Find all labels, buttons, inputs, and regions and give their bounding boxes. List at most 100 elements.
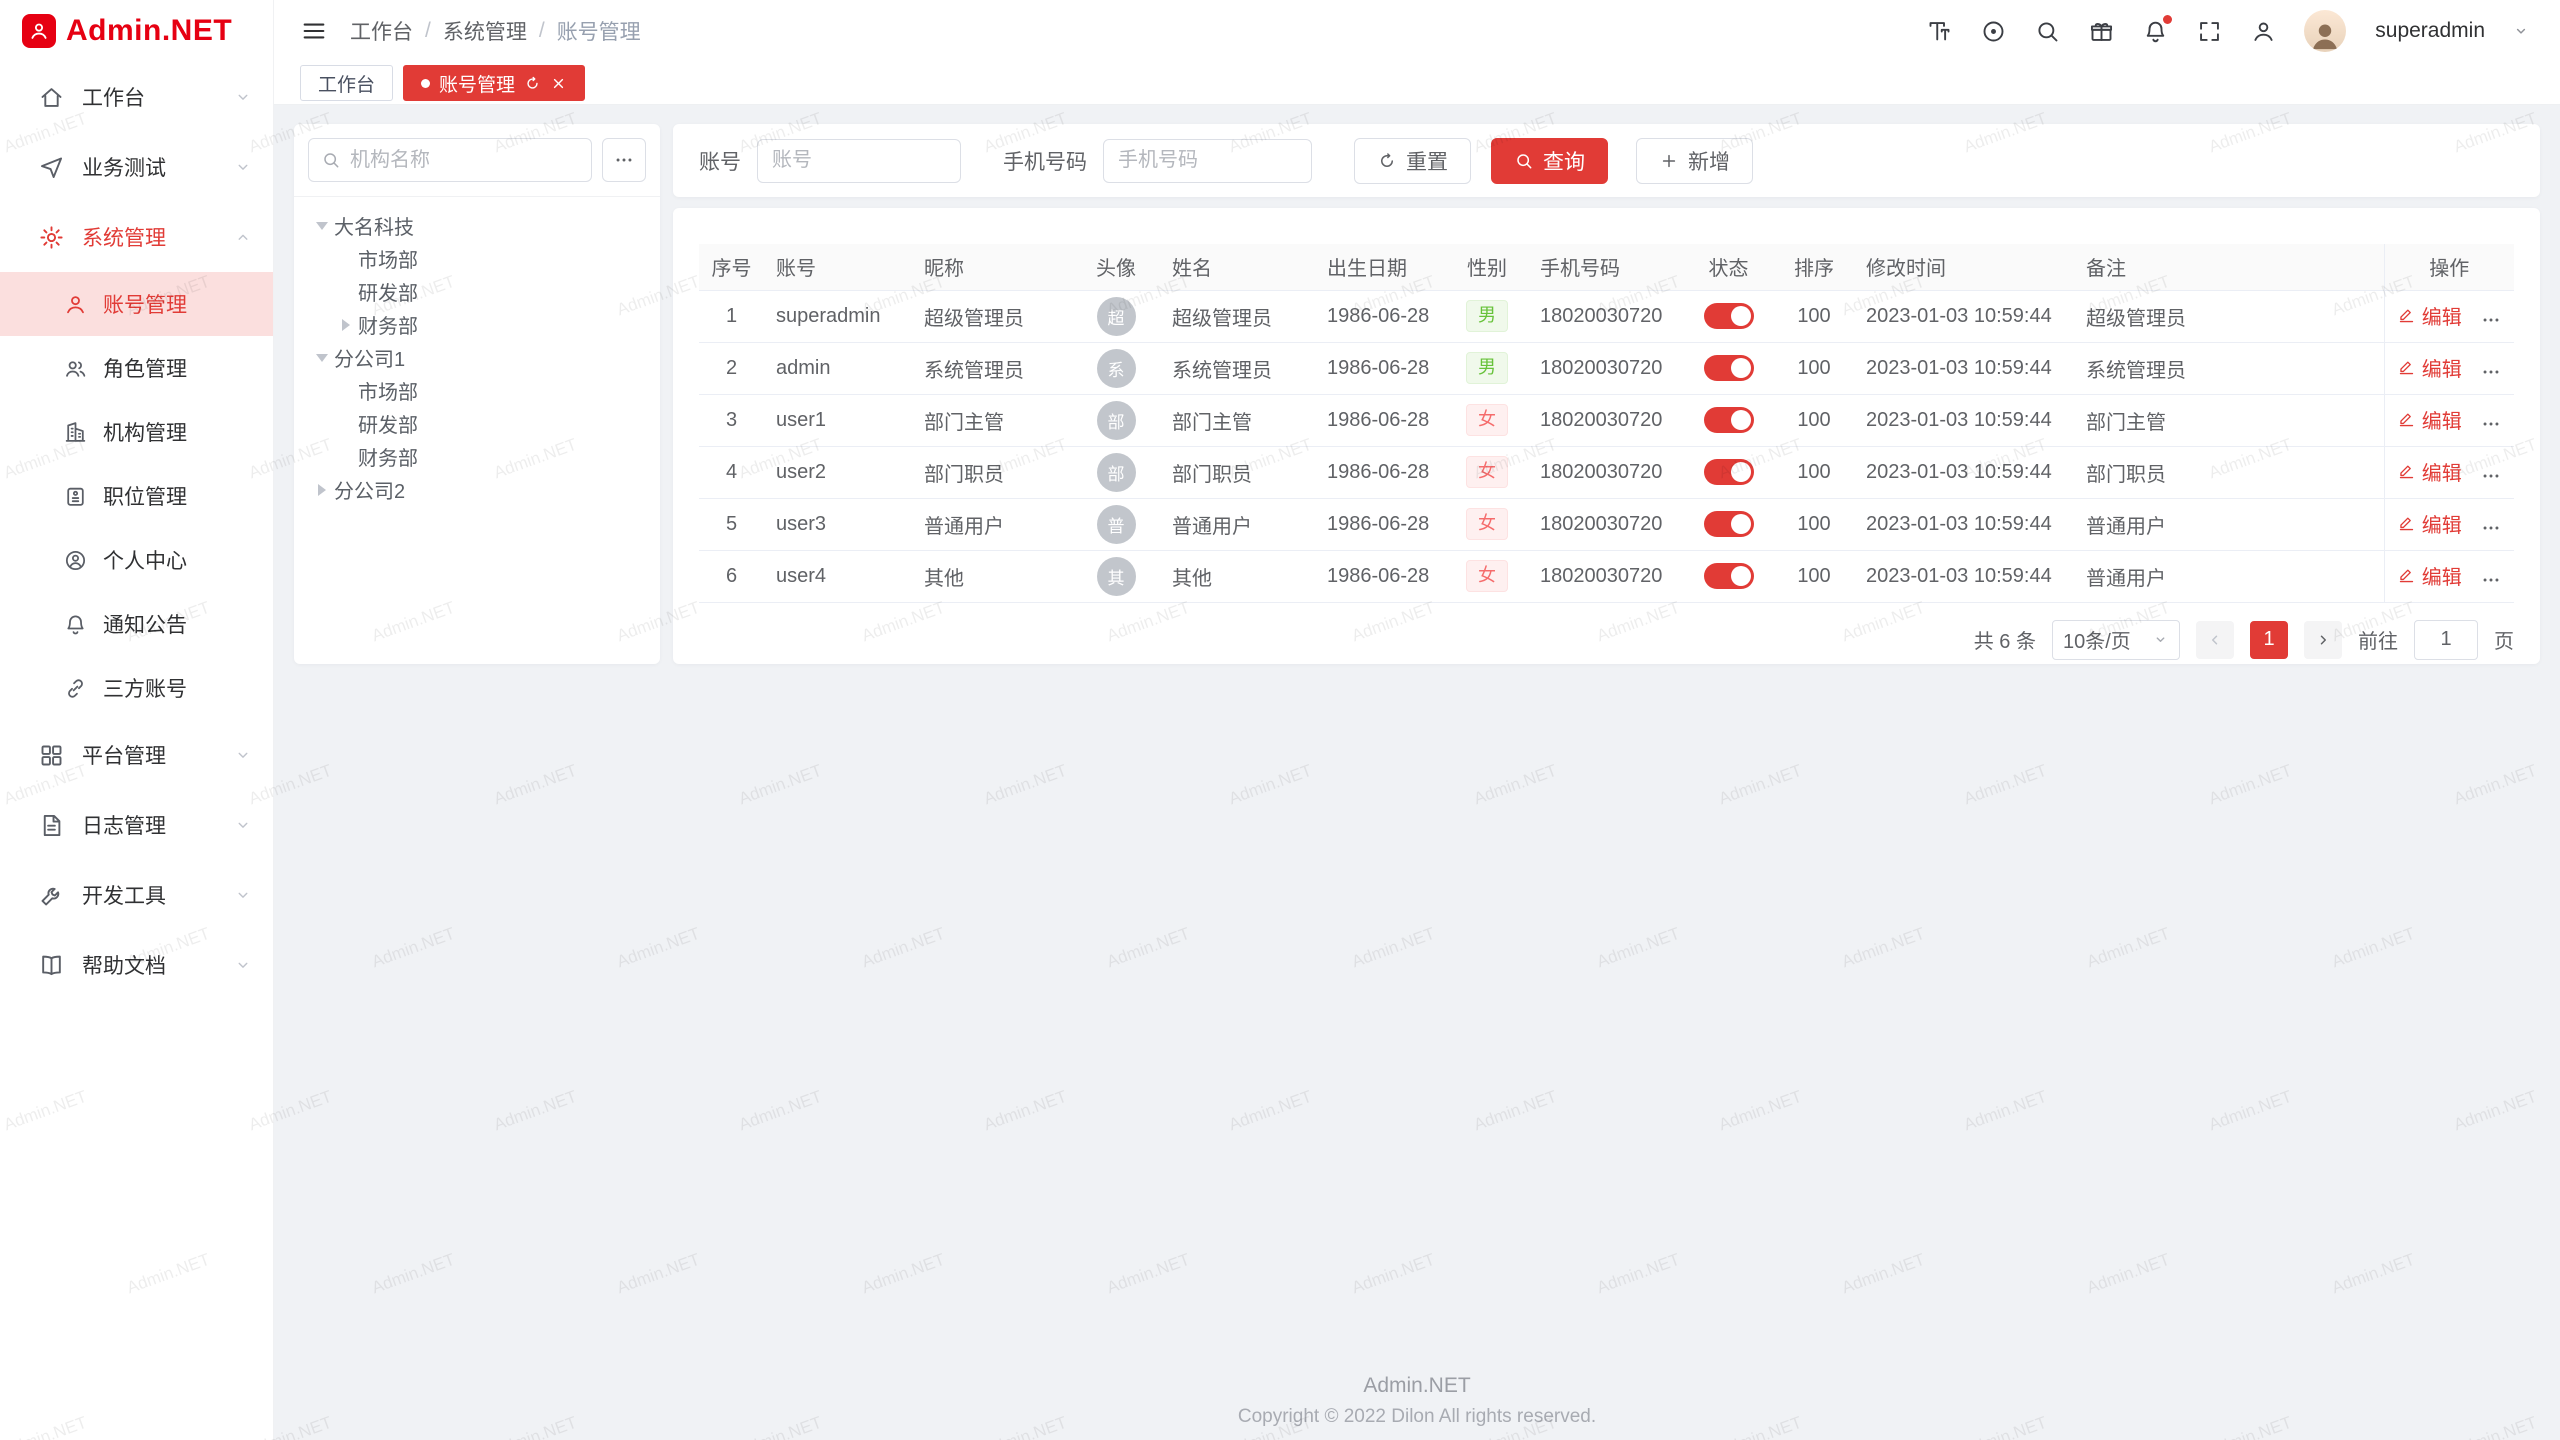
modified-cell: 2023-01-03 10:59:44 (1854, 446, 2074, 498)
chevron-down-icon[interactable] (2512, 22, 2530, 40)
row-avatar: 部 (1097, 453, 1136, 492)
tree-more-button[interactable] (602, 138, 646, 182)
account-cell: user3 (764, 498, 912, 550)
edit-button[interactable]: 编辑 (2397, 405, 2462, 434)
sidebar-item[interactable]: 开发工具 (0, 860, 273, 930)
sidebar-subitem[interactable]: 三方账号 (0, 656, 273, 720)
username[interactable]: superadmin (2375, 19, 2485, 43)
table-row: 2admin系统管理员系系统管理员1986-06-28男180200307201… (699, 342, 2514, 394)
sidebar-item-label: 平台管理 (82, 740, 166, 770)
sidebar-subitem[interactable]: 角色管理 (0, 336, 273, 400)
status-toggle[interactable] (1704, 355, 1754, 381)
sidebar-item[interactable]: 系统管理 (0, 202, 273, 272)
next-page-button[interactable] (2304, 621, 2342, 659)
column-header: 操作 (2384, 244, 2514, 290)
collapse-menu-button[interactable] (300, 17, 328, 45)
avatar[interactable] (2304, 10, 2346, 52)
tree-node[interactable]: 财务部 (302, 440, 652, 473)
tree-node[interactable]: 财务部 (302, 308, 652, 341)
row-more-button[interactable] (2480, 465, 2502, 487)
birthday-cell: 1986-06-28 (1315, 446, 1446, 498)
goto-page-input[interactable] (2414, 620, 2478, 660)
tree-node[interactable]: 市场部 (302, 242, 652, 275)
caret-down-icon[interactable] (310, 214, 334, 238)
sidebar-item[interactable]: 业务测试 (0, 132, 273, 202)
tree-node[interactable]: 分公司1 (302, 341, 652, 374)
gender-cell: 男 (1446, 342, 1528, 394)
status-toggle[interactable] (1704, 563, 1754, 589)
tree-node-label: 分公司1 (334, 343, 405, 372)
sidebar-subitem[interactable]: 个人中心 (0, 528, 273, 592)
status-toggle[interactable] (1704, 407, 1754, 433)
caret-right-icon[interactable] (334, 313, 358, 337)
tree-node[interactable]: 研发部 (302, 407, 652, 440)
tab-account-management[interactable]: 账号管理 (403, 65, 585, 101)
row-more-button[interactable] (2480, 413, 2502, 435)
row-more-button[interactable] (2480, 361, 2502, 383)
caret-right-icon[interactable] (310, 478, 334, 502)
goto-suffix: 页 (2494, 625, 2514, 654)
column-header: 昵称 (912, 244, 1072, 290)
tree-node[interactable]: 研发部 (302, 275, 652, 308)
avatar-cell: 普 (1072, 498, 1160, 550)
phone-filter-input[interactable] (1103, 139, 1312, 183)
account-filter-input[interactable] (757, 139, 961, 183)
add-button[interactable]: 新增 (1636, 138, 1753, 184)
remark-cell: 部门主管 (2074, 394, 2384, 446)
sidebar-subitem[interactable]: 职位管理 (0, 464, 273, 528)
edit-icon (2397, 462, 2416, 481)
status-toggle[interactable] (1704, 303, 1754, 329)
fullscreen-button[interactable] (2196, 18, 2223, 45)
tab-workbench[interactable]: 工作台 (300, 65, 393, 101)
plus-icon (1659, 151, 1679, 171)
theme-button[interactable] (2088, 18, 2115, 45)
component-size-button[interactable] (1980, 18, 2007, 45)
more-horizontal-icon (2480, 465, 2502, 487)
actions-cell: 编辑 (2384, 498, 2514, 550)
page-number-button[interactable]: 1 (2250, 621, 2288, 659)
tab-close-icon[interactable] (550, 75, 567, 92)
edit-button[interactable]: 编辑 (2397, 457, 2462, 486)
font-size-button[interactable] (1926, 18, 1953, 45)
gender-cell: 女 (1446, 550, 1528, 602)
sidebar-item[interactable]: 帮助文档 (0, 930, 273, 1000)
row-avatar: 系 (1097, 349, 1136, 388)
gender-badge: 男 (1466, 352, 1508, 383)
breadcrumb-item[interactable]: 系统管理 (443, 16, 527, 46)
row-more-button[interactable] (2480, 309, 2502, 331)
notification-button[interactable] (2142, 18, 2169, 45)
sidebar-subitem[interactable]: 机构管理 (0, 400, 273, 464)
sidebar-subitem[interactable]: 通知公告 (0, 592, 273, 656)
tree-node[interactable]: 分公司2 (302, 473, 652, 506)
row-more-button[interactable] (2480, 517, 2502, 539)
breadcrumb-item[interactable]: 工作台 (350, 16, 413, 46)
tree-node[interactable]: 市场部 (302, 374, 652, 407)
remark-cell: 系统管理员 (2074, 342, 2384, 394)
sidebar-item[interactable]: 工作台 (0, 62, 273, 132)
tab-refresh-icon[interactable] (524, 75, 541, 92)
sidebar-item[interactable]: 平台管理 (0, 720, 273, 790)
search-button[interactable]: 查询 (1491, 138, 1608, 184)
edit-button[interactable]: 编辑 (2397, 353, 2462, 382)
edit-button[interactable]: 编辑 (2397, 561, 2462, 590)
org-search-input[interactable] (350, 149, 579, 172)
sidebar-item[interactable]: 日志管理 (0, 790, 273, 860)
tree-node[interactable]: 大名科技 (302, 209, 652, 242)
row-more-button[interactable] (2480, 569, 2502, 591)
page-size-select[interactable]: 10条/页 (2052, 620, 2180, 660)
reset-button[interactable]: 重置 (1354, 138, 1471, 184)
search-button[interactable] (2034, 18, 2061, 45)
logo[interactable]: Admin.NET (0, 0, 273, 62)
caret-down-icon[interactable] (310, 346, 334, 370)
name-cell: 部门职员 (1160, 446, 1315, 498)
edit-button[interactable]: 编辑 (2397, 509, 2462, 538)
status-toggle[interactable] (1704, 511, 1754, 537)
lock-screen-button[interactable] (2250, 18, 2277, 45)
right-column: 账号 手机号码 重置 查询 新增 序号账号昵称头像姓名出生日期性别手机号码状态排… (673, 124, 2540, 664)
sort-cell: 100 (1774, 342, 1854, 394)
prev-page-button[interactable] (2196, 621, 2234, 659)
sidebar-subitem[interactable]: 账号管理 (0, 272, 273, 336)
edit-button[interactable]: 编辑 (2397, 301, 2462, 330)
caret-slot (334, 412, 358, 436)
status-toggle[interactable] (1704, 459, 1754, 485)
